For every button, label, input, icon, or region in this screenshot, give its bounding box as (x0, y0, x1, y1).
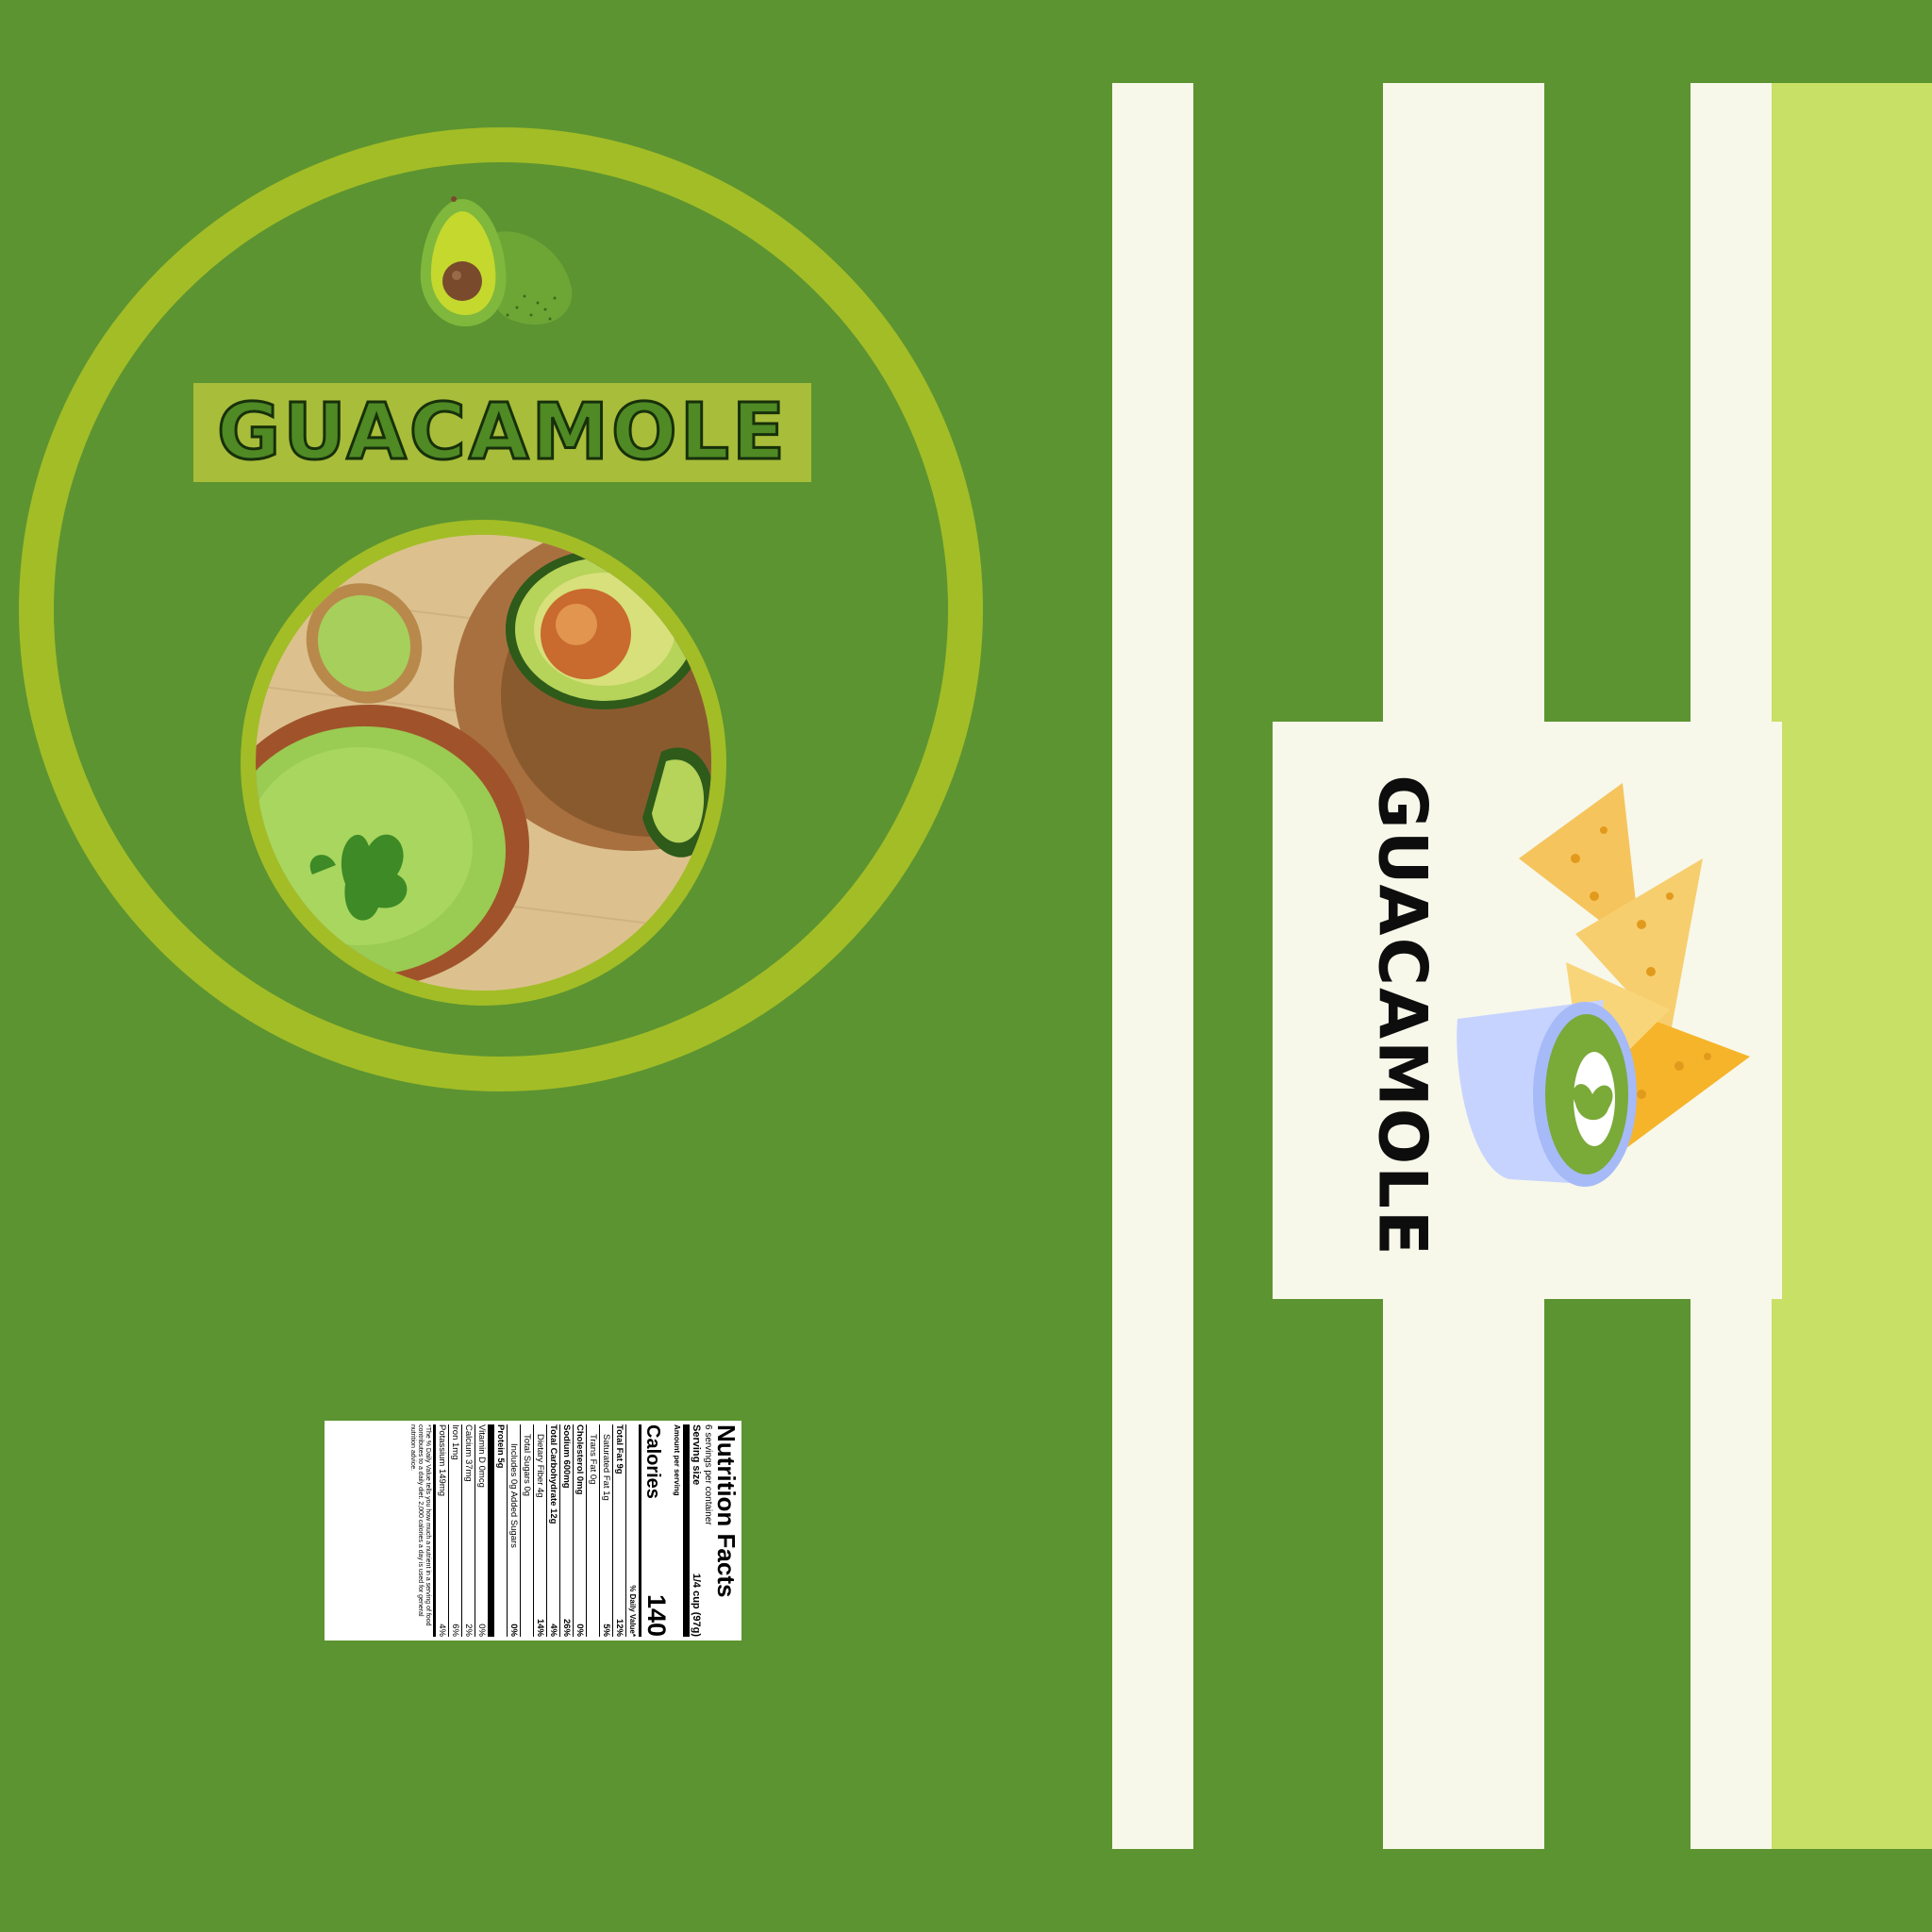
dv-header: % Daily Value* (626, 1424, 641, 1637)
row-total-sugars: Total Sugars 0g (521, 1424, 534, 1637)
calories-row: Calories 140 (641, 1424, 671, 1637)
guacamole-bowl-photo (256, 535, 711, 991)
row-protein: Protein 5g (494, 1424, 508, 1637)
row-dv: 4% (548, 1624, 558, 1637)
nutrition-label-content: Nutrition Facts 6 servings per container… (325, 1421, 741, 1641)
row-label: Cholesterol 0mg (575, 1424, 585, 1495)
row-label: Potassium 149mg (437, 1424, 447, 1497)
row-total-carbohydrate: Total Carbohydrate 12g 4% (547, 1424, 560, 1637)
row-calcium: Calcium 37mg 2% (462, 1424, 475, 1637)
side-product-title-wrap: GUACAMOLE (1364, 774, 1441, 1257)
row-vitamin-d: Vitamin D 0mcg 0% (475, 1424, 494, 1637)
row-added-sugars: Includes 0g Added Sugars 0% (508, 1424, 521, 1637)
title-banner: GUACAMOLE (193, 383, 811, 482)
row-dv: 12% (614, 1618, 625, 1637)
calories-label: Calories (642, 1424, 663, 1499)
row-trans-fat: Trans Fat 0g (587, 1424, 600, 1637)
avocado-icon (413, 194, 574, 331)
row-cholesterol: Cholesterol 0mg 0% (574, 1424, 587, 1637)
nachos-and-dip-icon (1453, 774, 1764, 1208)
row-label: Protein 5g (495, 1424, 506, 1469)
calories-value: 140 (642, 1593, 671, 1637)
row-iron: Iron 1mg 6% (449, 1424, 462, 1637)
stripe-1 (1112, 83, 1193, 1849)
row-label: Total Sugars 0g (522, 1434, 532, 1497)
row-dv: 2% (463, 1624, 474, 1637)
row-dv: 5% (601, 1624, 611, 1637)
amount-per-serving-label: Amount per serving (673, 1424, 681, 1496)
row-label: Trans Fat 0g (588, 1434, 598, 1485)
serving-size-value: 1/4 cup (97g) (691, 1573, 702, 1637)
serving-size-row: Serving size 1/4 cup (97g) (690, 1424, 702, 1637)
dv-header-label: % Daily Value* (628, 1585, 637, 1637)
row-label: Dietary Fiber 4g (535, 1434, 545, 1498)
side-product-title: GUACAMOLE (1364, 774, 1442, 1257)
row-sodium: Sodium 600mg 26% (560, 1424, 574, 1637)
row-saturated-fat: Saturated Fat 1g 5% (600, 1424, 613, 1637)
row-dv: 6% (450, 1624, 460, 1637)
nutrition-title: Nutrition Facts (712, 1424, 741, 1598)
serving-size-label: Serving size (691, 1424, 702, 1486)
nutrition-footnote: *The % Daily Value tells you how much a … (408, 1424, 436, 1637)
row-label: Calcium 37mg (463, 1424, 474, 1482)
row-label: Includes 0g Added Sugars (508, 1443, 519, 1548)
nutrition-label: Nutrition Facts 6 servings per container… (325, 1421, 741, 1641)
row-dv: 26% (561, 1618, 572, 1637)
lime-panel (1772, 83, 1932, 1849)
row-label: Vitamin D 0mcg (476, 1424, 487, 1488)
row-label: Total Carbohydrate 12g (548, 1424, 558, 1524)
row-dv: 0% (575, 1624, 585, 1637)
row-total-fat: Total Fat 9g 12% (613, 1424, 626, 1637)
row-dietary-fiber: Dietary Fiber 4g 14% (534, 1424, 547, 1637)
amount-per-serving: Amount per serving (671, 1424, 690, 1637)
row-potassium: Potassium 149mg 4% (436, 1424, 449, 1637)
row-label: Sodium 600mg (561, 1424, 572, 1489)
row-label: Total Fat 9g (614, 1424, 625, 1474)
product-title: GUACAMOLE (215, 387, 789, 479)
row-label: Saturated Fat 1g (601, 1434, 611, 1501)
row-label: Iron 1mg (450, 1424, 460, 1460)
row-dv: 4% (437, 1624, 447, 1637)
row-dv: 0% (508, 1624, 519, 1637)
row-dv: 14% (535, 1618, 545, 1637)
row-dv: 0% (476, 1624, 487, 1637)
